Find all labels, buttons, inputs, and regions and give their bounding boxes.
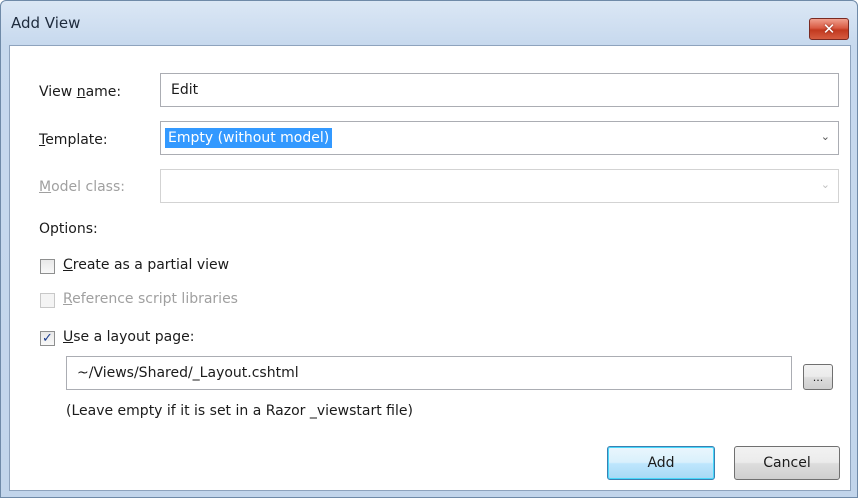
partial-view-label[interactable]: Create as a partial view <box>63 257 229 273</box>
layout-page-label[interactable]: Use a layout page: <box>63 329 194 345</box>
chevron-down-icon: ⌄ <box>820 178 830 191</box>
close-button[interactable]: ✕ <box>809 18 849 40</box>
layout-path-input[interactable]: ~/Views/Shared/_Layout.cshtml <box>66 356 792 390</box>
close-icon: ✕ <box>822 19 836 38</box>
script-libraries-label[interactable]: Reference script libraries <box>63 291 238 307</box>
cancel-button[interactable]: Cancel <box>734 446 840 480</box>
model-class-label: Model class: <box>39 179 125 195</box>
browse-button[interactable]: ... <box>803 364 833 390</box>
dialog-title: Add View <box>11 14 81 32</box>
chevron-down-icon: ⌄ <box>820 130 830 143</box>
options-label: Options: <box>39 221 98 237</box>
layout-hint-text: (Leave empty if it is set in a Razor _vi… <box>66 403 413 419</box>
view-name-value: Edit <box>171 82 199 98</box>
add-button[interactable]: Add <box>607 446 715 480</box>
layout-path-value: ~/Views/Shared/_Layout.cshtml <box>77 365 299 381</box>
title-bar: Add View ✕ <box>1 1 857 45</box>
layout-page-checkbox[interactable]: ✓ <box>40 331 55 346</box>
script-libraries-checkbox[interactable] <box>40 293 55 308</box>
partial-view-checkbox[interactable] <box>40 259 55 274</box>
view-name-input[interactable]: Edit <box>160 73 839 107</box>
check-icon: ✓ <box>42 331 53 346</box>
dialog-body: View name: Edit Template: Empty (without… <box>9 45 851 491</box>
template-label: Template: <box>39 132 108 148</box>
template-dropdown[interactable]: Empty (without model) ⌄ <box>160 121 839 155</box>
template-selected-value: Empty (without model) <box>165 128 333 148</box>
model-class-dropdown[interactable]: ⌄ <box>160 169 839 203</box>
view-name-label: View name: <box>39 84 122 100</box>
add-view-dialog: Add View ✕ View name: Edit Template: Emp… <box>0 0 858 498</box>
